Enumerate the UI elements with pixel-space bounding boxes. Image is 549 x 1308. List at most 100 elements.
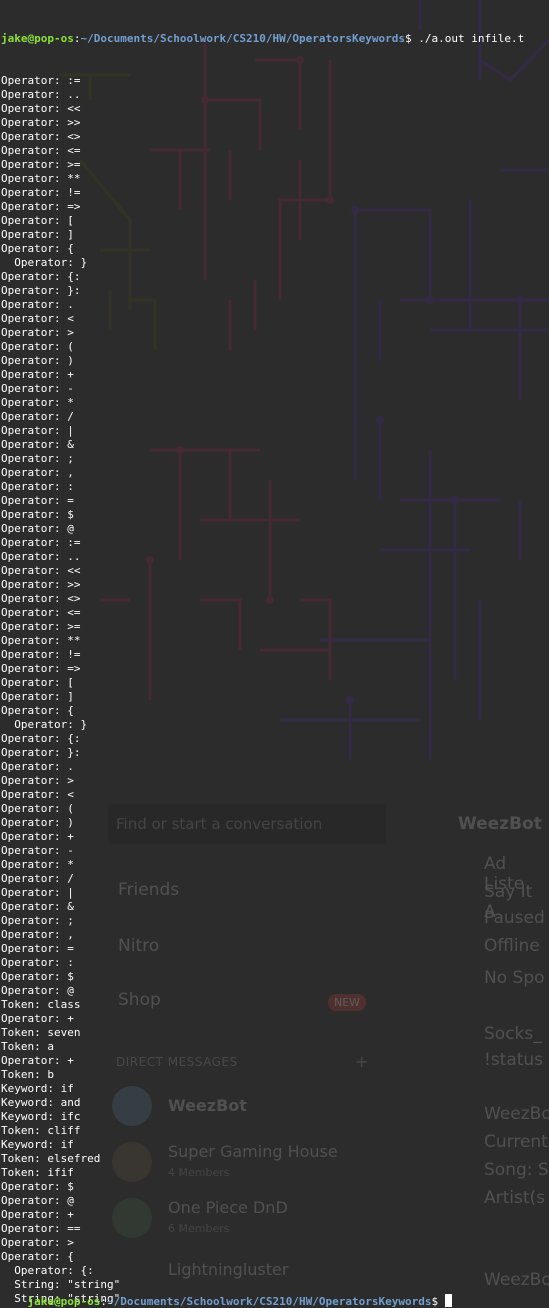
- output-line: Operator: :=: [1, 536, 81, 549]
- output-line: Operator: @: [1, 1194, 74, 1207]
- output-line: Operator: -: [1, 844, 74, 857]
- output-line: Operator: <<: [1, 102, 81, 115]
- output-line: Operator: >: [1, 774, 74, 787]
- output-line: Operator: >: [1, 1236, 74, 1249]
- output-line: Operator: /: [1, 410, 74, 423]
- output-line: Operator: +: [1, 1208, 74, 1221]
- output-line: Operator: <=: [1, 606, 81, 619]
- output-line: Operator: }:: [1, 284, 81, 297]
- output-line: Operator: +: [1, 368, 74, 381]
- output-line: Operator: [: [1, 214, 74, 227]
- output-line: Operator: (: [1, 802, 74, 815]
- output-line: Operator: {: [1, 704, 74, 717]
- output-line: Operator: <<: [1, 564, 81, 577]
- output-line: Operator: >=: [1, 620, 81, 633]
- output-line: Operator: }:: [1, 746, 81, 759]
- output-line: Keyword: if: [1, 1082, 74, 1095]
- output-line: Operator: |: [1, 424, 74, 437]
- output-line: Keyword: ifc: [1, 1110, 81, 1123]
- output-line: Operator: ): [1, 354, 74, 367]
- output-line: Operator: {: [1, 1250, 74, 1263]
- prompt-separator: :: [100, 1295, 107, 1308]
- output-line: Operator: <>: [1, 130, 81, 143]
- output-line: Operator: =: [1, 494, 74, 507]
- output-line: Operator: @: [1, 522, 74, 535]
- output-line: Operator: <: [1, 788, 74, 801]
- output-line: Operator: ,: [1, 466, 74, 479]
- output-line: Operator: <>: [1, 592, 81, 605]
- output-line: Token: class: [1, 998, 81, 1011]
- output-line: Operator: +: [1, 1054, 74, 1067]
- output-line: Operator: ..: [1, 550, 81, 563]
- output-line: Operator: ]: [1, 690, 74, 703]
- output-line: Operator: *: [1, 858, 74, 871]
- output-line: Operator: ]: [1, 228, 74, 241]
- terminal-output: jake@pop-os:~/Documents/Schoolwork/CS210…: [1, 4, 524, 1308]
- output-line: Operator: =: [1, 942, 74, 955]
- output-line: Token: cliff: [1, 1124, 81, 1137]
- output-line: Operator: {:: [1, 270, 81, 283]
- output-line: Operator: +: [1, 1012, 74, 1025]
- output-line: Operator: >>: [1, 116, 81, 129]
- output-line: Operator: :: [1, 956, 74, 969]
- output-line: Operator: [: [1, 676, 74, 689]
- output-line: Operator: >>: [1, 578, 81, 591]
- output-line: Operator: :: [1, 480, 74, 493]
- output-line: Operator: @: [1, 984, 74, 997]
- command-prompt-line: jake@pop-os:~/Documents/Schoolwork/CS210…: [1, 32, 524, 46]
- output-line: Operator: =>: [1, 200, 81, 213]
- output-line: Operator: {: [1, 242, 74, 255]
- output-line: Token: seven: [1, 1026, 81, 1039]
- output-line: Operator: }: [1, 256, 88, 269]
- output-line: Token: ifif: [1, 1166, 74, 1179]
- output-line: Operator: &: [1, 438, 74, 451]
- executed-command: ./a.out infile.t: [418, 32, 525, 45]
- text-cursor[interactable]: [444, 1294, 452, 1307]
- output-line: Token: b: [1, 1068, 54, 1081]
- prompt-user-host: jake@pop-os: [1, 32, 74, 45]
- output-line: Operator: *: [1, 396, 74, 409]
- output-line: Operator: -: [1, 382, 74, 395]
- output-line: Operator: ;: [1, 914, 74, 927]
- prompt-path: ~/Documents/Schoolwork/CS210/HW/Operator…: [106, 1295, 432, 1308]
- output-line: Token: elsefred: [1, 1152, 101, 1165]
- output-line: Keyword: if: [1, 1138, 74, 1151]
- output-line: Operator: =>: [1, 662, 81, 675]
- output-line: Operator: !=: [1, 186, 81, 199]
- output-line: Operator: }: [1, 718, 88, 731]
- output-line: Operator: +: [1, 830, 74, 843]
- prompt-path: ~/Documents/Schoolwork/CS210/HW/Operator…: [80, 32, 405, 45]
- output-line: Operator: ,: [1, 928, 74, 941]
- terminal-window[interactable]: Find or start a conversation Friends Nit…: [0, 0, 549, 1308]
- output-line: Operator: :=: [1, 74, 81, 87]
- output-line: Operator: ;: [1, 452, 74, 465]
- output-lines: Operator: := Operator: .. Operator: << Oper…: [1, 74, 524, 1308]
- prompt-dollar: $: [431, 1295, 445, 1308]
- output-line: Operator: ): [1, 816, 74, 829]
- output-line: Operator: <=: [1, 144, 81, 157]
- output-line: Operator: .: [1, 760, 74, 773]
- output-line: Token: a: [1, 1040, 54, 1053]
- output-line: Operator: $: [1, 970, 74, 983]
- output-line: Operator: {:: [1, 1264, 94, 1277]
- output-line: Operator: >=: [1, 158, 81, 171]
- output-line: Operator: {:: [1, 732, 81, 745]
- output-line: Operator: <: [1, 312, 74, 325]
- output-line: Operator: **: [1, 172, 81, 185]
- output-line: Operator: ..: [1, 88, 81, 101]
- output-line: Operator: **: [1, 634, 81, 647]
- output-line: Operator: >: [1, 326, 74, 339]
- output-line: Operator: &: [1, 900, 74, 913]
- output-line: Operator: |: [1, 886, 74, 899]
- output-line: Keyword: and: [1, 1096, 81, 1109]
- output-line: Operator: ==: [1, 1222, 81, 1235]
- output-line: Operator: $: [1, 1180, 74, 1193]
- output-line: Operator: (: [1, 340, 74, 353]
- output-line: Operator: $: [1, 508, 74, 521]
- output-line: Operator: .: [1, 298, 74, 311]
- prompt-dollar: $: [405, 32, 419, 45]
- prompt-user-host: jake@pop-os: [27, 1295, 101, 1308]
- output-line: Operator: /: [1, 872, 74, 885]
- output-line: Operator: !=: [1, 648, 81, 661]
- active-prompt-line[interactable]: jake@pop-os:~/Documents/Schoolwork/CS210…: [1, 1280, 452, 1308]
